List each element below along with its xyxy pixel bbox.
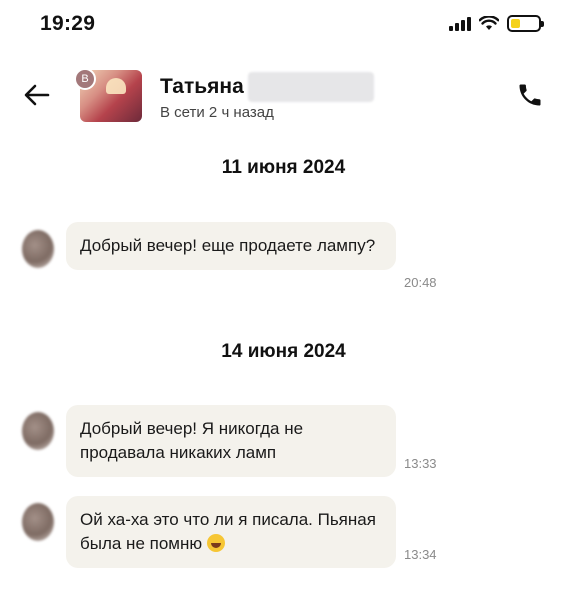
message-bubble[interactable]: Добрый вечер! еще продаете лампу?: [66, 222, 396, 270]
contact-name[interactable]: Татьяна: [160, 75, 244, 99]
sender-avatar[interactable]: [22, 503, 54, 541]
phone-icon: [519, 84, 541, 106]
date-separator: 11 июня 2024: [221, 157, 346, 178]
contact-status: В сети 2 ч назад: [160, 104, 274, 121]
battery-level: [511, 19, 521, 28]
status-bar: 19:29: [0, 0, 567, 48]
lamp-image: [106, 78, 126, 94]
status-time: 19:29: [40, 12, 96, 35]
laughing-emoji-icon: [206, 534, 225, 552]
avatar-badge: В: [74, 68, 96, 90]
name-redaction: [248, 72, 374, 102]
chat-header: В Татьяна В сети 2 ч назад: [0, 62, 567, 132]
message-text: Добрый вечер! еще продаете лампу?: [80, 236, 376, 255]
message-text: Добрый вечер! Я никогда не продавала ник…: [80, 419, 304, 462]
signal-icon: [449, 16, 471, 31]
status-icons: [449, 15, 544, 32]
message-text: Ой ха-ха это что ли я писала. Пьяная был…: [80, 510, 376, 553]
arrow-left-icon: [24, 84, 50, 106]
message-bubble[interactable]: Добрый вечер! Я никогда не продавала ник…: [66, 405, 396, 477]
sender-avatar[interactable]: [22, 230, 54, 268]
date-separator: 14 июня 2024: [221, 341, 346, 362]
message-bubble[interactable]: Ой ха-ха это что ли я писала. Пьяная был…: [66, 496, 396, 568]
wifi-icon: [479, 16, 499, 30]
sender-avatar[interactable]: [22, 412, 54, 450]
battery-icon: [507, 15, 544, 32]
contact-avatar[interactable]: В: [74, 68, 142, 124]
call-button[interactable]: [515, 80, 545, 110]
back-button[interactable]: [22, 80, 52, 110]
message-time: 13:33: [404, 456, 437, 471]
message-time: 20:48: [404, 275, 437, 290]
message-time: 13:34: [404, 547, 437, 562]
